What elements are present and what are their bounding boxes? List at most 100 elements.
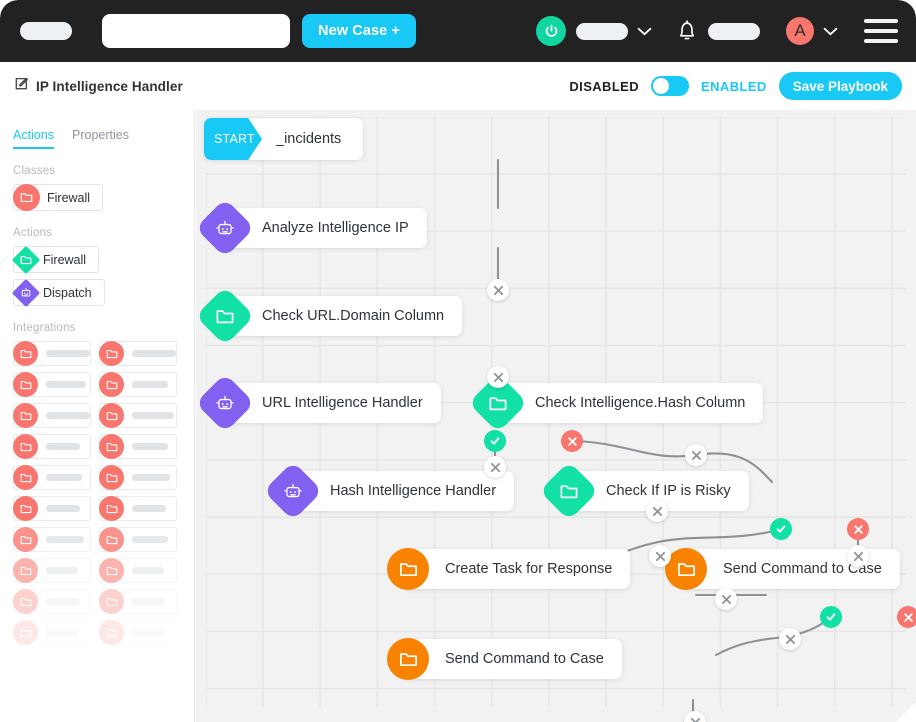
integration-label-placeholder (132, 474, 170, 481)
node-label: Hash Intelligence Handler (330, 483, 514, 499)
integration-chip[interactable] (13, 620, 91, 645)
integration-label-placeholder (132, 536, 168, 543)
connector-remove-badge[interactable] (487, 279, 509, 301)
folder-icon (13, 341, 38, 366)
folder-icon (99, 341, 124, 366)
connector-success-badge[interactable] (770, 518, 792, 540)
playbook-canvas[interactable]: START_incidents Analyze Intelligence IP Ch… (196, 110, 916, 722)
integration-chip[interactable] (99, 527, 177, 552)
folder-icon (12, 245, 40, 273)
folder-icon (13, 558, 38, 583)
integration-label-placeholder (132, 505, 166, 512)
integration-label-placeholder (46, 505, 80, 512)
integration-label-placeholder (46, 629, 78, 636)
user-avatar[interactable]: A (786, 17, 814, 45)
node-label: _incidents (262, 131, 363, 147)
application-window: New Case + (0, 0, 916, 722)
integration-chip[interactable] (99, 465, 177, 490)
connector-remove-badge[interactable] (779, 628, 801, 650)
left-sidebar: Actions Properties Classes Firewall Acti… (0, 110, 195, 722)
integration-chip[interactable] (13, 558, 91, 583)
node-icon (272, 470, 314, 512)
toggle-disabled-label: DISABLED (569, 79, 639, 94)
folder-icon (387, 548, 429, 590)
integration-chip[interactable] (13, 341, 91, 366)
integration-label-placeholder (132, 629, 164, 636)
node-label: Create Task for Response (445, 561, 630, 577)
class-chip-firewall[interactable]: Firewall (13, 184, 103, 211)
integration-chip[interactable] (13, 403, 91, 428)
start-badge: START (204, 118, 262, 160)
integration-label-placeholder (132, 443, 168, 450)
node-start[interactable]: START_incidents (204, 118, 363, 160)
action-chip-label: Firewall (43, 253, 86, 267)
integration-chip[interactable] (13, 434, 91, 459)
folder-icon (13, 589, 38, 614)
node-n9[interactable]: Send Command to Case (401, 639, 622, 679)
connector-remove-badge[interactable] (484, 456, 506, 478)
node-n3[interactable]: URL Intelligence Handler (218, 383, 441, 423)
new-case-button[interactable]: New Case + (302, 14, 416, 48)
tab-properties[interactable]: Properties (72, 128, 129, 149)
folder-icon (99, 403, 124, 428)
tab-actions[interactable]: Actions (13, 128, 54, 149)
node-n4[interactable]: Check Intelligence.Hash Column (491, 383, 763, 423)
connector-remove-badge[interactable] (847, 545, 869, 567)
connector-success-badge[interactable] (484, 430, 506, 452)
integration-chip[interactable] (99, 589, 177, 614)
connector-remove-badge[interactable] (685, 444, 707, 466)
avatar-chevron-down-icon[interactable] (823, 27, 838, 36)
toggle-enabled-label: ENABLED (701, 79, 767, 94)
integration-chip[interactable] (99, 496, 177, 521)
node-label: Analyze Intelligence IP (262, 220, 427, 236)
connector-remove-badge[interactable] (646, 500, 668, 522)
connector-remove-badge[interactable] (649, 545, 671, 567)
folder-icon (99, 496, 124, 521)
connector-failure-badge[interactable] (561, 430, 583, 452)
connector-failure-badge[interactable] (847, 518, 869, 540)
integration-chip[interactable] (99, 372, 177, 397)
node-label: Check If IP is Risky (606, 483, 749, 499)
folder-icon (13, 527, 38, 552)
enable-playbook-toggle[interactable] (651, 76, 689, 96)
edit-pencil-icon[interactable] (14, 76, 29, 96)
integration-chip[interactable] (13, 496, 91, 521)
node-label: URL Intelligence Handler (262, 395, 441, 411)
node-n5[interactable]: Hash Intelligence Handler (286, 471, 514, 511)
integration-chip[interactable] (13, 589, 91, 614)
chevron-down-icon[interactable] (637, 27, 652, 36)
sidebar-tabs: Actions Properties (0, 110, 194, 149)
integration-label-placeholder (46, 443, 80, 450)
folder-icon (99, 527, 124, 552)
integration-label-placeholder (132, 567, 164, 574)
node-icon (204, 207, 246, 249)
integration-chip[interactable] (99, 620, 177, 645)
integration-chip[interactable] (99, 434, 177, 459)
power-icon[interactable] (536, 16, 566, 46)
integration-chip[interactable] (99, 558, 177, 583)
integration-chip[interactable] (13, 465, 91, 490)
node-n1[interactable]: Analyze Intelligence IP (218, 208, 427, 248)
global-search-input[interactable] (102, 14, 290, 48)
action-chip-dispatch[interactable]: Dispatch (13, 279, 105, 306)
save-playbook-button[interactable]: Save Playbook (779, 72, 902, 100)
folder-icon (99, 558, 124, 583)
node-label: Send Command to Case (723, 561, 900, 577)
node-n7[interactable]: Create Task for Response (401, 549, 630, 589)
integration-chip[interactable] (99, 341, 177, 366)
action-chip-firewall[interactable]: Firewall (13, 246, 99, 273)
connector-success-badge[interactable] (820, 606, 842, 628)
integration-chip[interactable] (13, 372, 91, 397)
integration-chip[interactable] (99, 403, 177, 428)
connector-remove-badge[interactable] (487, 366, 509, 388)
node-label: Send Command to Case (445, 651, 622, 667)
notifications-bell-icon[interactable] (676, 19, 698, 43)
node-n2[interactable]: Check URL.Domain Column (218, 296, 462, 336)
nav-right-group: A (536, 16, 916, 46)
integration-chip[interactable] (13, 527, 91, 552)
integration-label-placeholder (132, 350, 176, 357)
playbook-toolbar: IP Intelligence Handler DISABLED ENABLED… (0, 62, 916, 110)
connector-remove-badge[interactable] (715, 588, 737, 610)
connector-failure-badge[interactable] (897, 606, 916, 628)
hamburger-menu-icon[interactable] (864, 19, 898, 43)
